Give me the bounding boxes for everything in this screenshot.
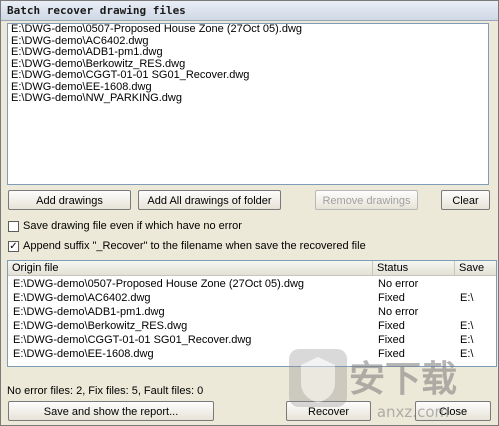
result-row[interactable]: E:\DWG-demo\0507-Proposed House Zone (27… [8,277,496,291]
result-origin: E:\DWG-demo\AC6402.dwg [13,292,151,304]
append-suffix-checkbox[interactable]: ✓ [8,241,19,252]
drawing-file-list[interactable]: E:\DWG-demo\0507-Proposed House Zone (27… [7,23,489,185]
save-even-no-error-label: Save drawing file even if which have no … [23,220,242,232]
file-list-item[interactable]: E:\DWG-demo\NW_PARKING.dwg [8,92,488,105]
results-header: Origin file Status Save [8,261,496,276]
clear-button[interactable]: Clear [441,190,490,210]
result-origin: E:\DWG-demo\Berkowitz_RES.dwg [13,320,188,332]
result-origin: E:\DWG-demo\ADB1-pm1.dwg [13,306,165,318]
append-suffix-option[interactable]: ✓ Append suffix "_Recover" to the filena… [8,240,488,254]
file-list-item[interactable]: E:\DWG-demo\ADB1-pm1.dwg [8,46,488,59]
result-status: Fixed [378,292,405,304]
result-row[interactable]: E:\DWG-demo\ADB1-pm1.dwg No error [8,305,496,319]
result-save [455,277,496,291]
window-title: Batch recover drawing files [7,4,186,17]
result-status: No error [378,306,419,318]
title-bar[interactable]: Batch recover drawing files [1,1,498,21]
result-save: E:\ [460,292,474,304]
result-save [455,305,496,319]
result-origin: E:\DWG-demo\0507-Proposed House Zone (27… [13,278,305,290]
file-list-item[interactable]: E:\DWG-demo\0507-Proposed House Zone (27… [8,23,488,36]
recover-summary: No error files: 2, Fix files: 5, Fault f… [7,385,204,397]
watermark-text: 安下载 [349,359,457,400]
column-save[interactable]: Save [455,261,496,275]
column-origin-file[interactable]: Origin file [8,261,373,275]
save-and-show-report-button[interactable]: Save and show the report... [8,401,214,421]
result-save: E:\ [460,320,474,332]
watermark-logo: 安下载 anxz.com [289,349,457,421]
remove-drawings-button[interactable]: Remove drawings [315,190,418,210]
add-all-drawings-of-folder-button[interactable]: Add All drawings of folder [138,190,281,210]
save-even-no-error-option[interactable]: Save drawing file even if which have no … [8,220,488,234]
result-status: No error [378,278,419,290]
result-status: Fixed [378,320,405,332]
column-status[interactable]: Status [373,261,455,275]
add-drawings-button[interactable]: Add drawings [8,190,131,210]
watermark-subtext: anxz.com [377,403,449,421]
batch-recover-window: Batch recover drawing files E:\DWG-demo\… [0,0,499,426]
file-list-item[interactable]: E:\DWG-demo\CGGT-01-01 SG01_Recover.dwg [8,69,488,82]
result-row[interactable]: E:\DWG-demo\AC6402.dwg Fixed E:\ [8,291,496,305]
append-suffix-label: Append suffix "_Recover" to the filename… [23,240,366,252]
save-even-no-error-checkbox[interactable] [8,221,19,232]
result-row[interactable]: E:\DWG-demo\Berkowitz_RES.dwg Fixed E:\ [8,319,496,333]
